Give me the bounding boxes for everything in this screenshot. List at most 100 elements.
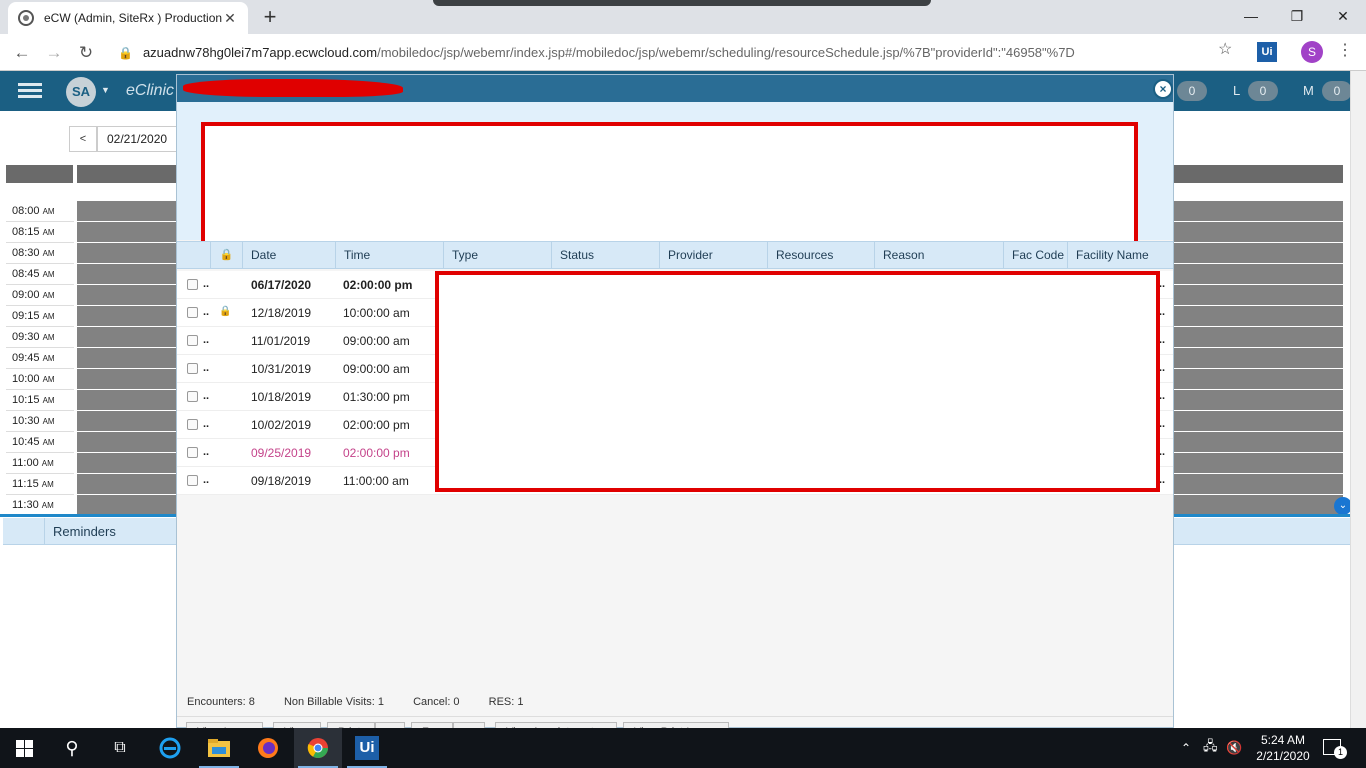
col-fac-code[interactable]: Fac Code (1003, 242, 1067, 269)
network-icon[interactable]: 🖧 (1203, 728, 1218, 768)
file-explorer-icon[interactable] (195, 728, 243, 768)
restore-button[interactable]: ❐ (1274, 4, 1320, 28)
col-provider[interactable]: Provider (659, 242, 767, 269)
chrome-icon[interactable] (294, 728, 342, 768)
browser-tab[interactable]: eCW (Admin, SiteRx ) Production ✕ (8, 2, 248, 34)
system-clock[interactable]: 5:24 AM 2/21/2020 (1249, 732, 1317, 764)
avatar-caret-icon[interactable]: ▼ (101, 85, 110, 95)
visit-date: 09/18/2019 (251, 474, 312, 488)
row-checkbox[interactable] (187, 475, 198, 486)
non-billable-stat: Non Billable Visits: 1 (283, 696, 385, 708)
col-type[interactable]: Type (443, 242, 551, 269)
modal-titlebar (177, 75, 1173, 102)
row-options[interactable]: .. (203, 278, 209, 290)
reminders-label[interactable]: Reminders (53, 524, 116, 539)
row-checkbox[interactable] (187, 419, 198, 430)
row-options[interactable]: .. (203, 446, 209, 458)
address-bar-row: ← → ↻ 🔒 azuadnw78hg0lei7m7app.ecwcloud.c… (0, 34, 1366, 71)
visit-time: 11:00:00 am (343, 474, 409, 488)
minimize-button[interactable]: — (1228, 4, 1274, 28)
back-arrow-icon[interactable]: ← (10, 41, 34, 65)
redacted-visit-details (435, 271, 1160, 492)
time-slot-label: 08:45 AM (6, 264, 74, 285)
row-options[interactable]: .. (203, 362, 209, 374)
close-window-button[interactable]: ✕ (1320, 4, 1366, 28)
bookmark-star-icon[interactable]: ☆ (1218, 39, 1232, 59)
firefox-icon[interactable] (244, 728, 292, 768)
profile-avatar[interactable]: S (1301, 41, 1323, 63)
row-checkbox[interactable] (187, 335, 198, 346)
reload-icon[interactable]: ↻ (74, 41, 98, 65)
windows-taskbar: ⚲ ⧉ Ui ⌃ 🖧 🔇 5:24 AM 2/21/2020 1 (0, 728, 1366, 768)
windows-logo-icon (15, 739, 33, 757)
row-checkbox[interactable] (187, 447, 198, 458)
modal-close-button[interactable]: × (1153, 79, 1173, 99)
omnibox[interactable]: 🔒 azuadnw78hg0lei7m7app.ecwcloud.com/mob… (108, 38, 1248, 67)
start-button[interactable] (0, 728, 48, 768)
header-badge-label-m: M (1303, 83, 1314, 98)
patient-info-area (177, 102, 1173, 254)
visit-date: 06/17/2020 (251, 278, 312, 292)
time-slot-label: 11:15 AM (6, 474, 74, 495)
visit-date: 11/01/2019 (251, 334, 311, 348)
url-text: azuadnw78hg0lei7m7app.ecwcloud.com/mobil… (142, 45, 1075, 60)
forward-arrow-icon[interactable]: → (42, 41, 66, 65)
row-checkbox[interactable] (187, 363, 198, 374)
row-options[interactable]: .. (203, 390, 209, 402)
uipath-taskbar-icon[interactable]: Ui (343, 728, 391, 768)
encounters-stat: Encounters: 8 (187, 696, 255, 708)
row-checkbox[interactable] (187, 279, 198, 290)
prev-date-button[interactable]: < (69, 126, 97, 152)
window-handle (433, 0, 931, 6)
chrome-menu-icon[interactable]: ⋮ (1337, 40, 1353, 60)
row-options[interactable]: .. (203, 306, 209, 318)
modal-footer-divider (177, 716, 1173, 717)
row-checkbox[interactable] (187, 391, 198, 402)
visit-time: 09:00:00 am (343, 334, 410, 348)
visit-date: 09/25/2019 (251, 446, 312, 460)
row-options[interactable]: .. (203, 334, 209, 346)
header-badge-l[interactable]: 0 (1248, 81, 1278, 101)
row-options[interactable]: .. (203, 418, 209, 430)
search-icon[interactable]: ⚲ (48, 728, 96, 768)
tab-close-icon[interactable]: ✕ (222, 10, 238, 27)
col-time[interactable]: Time (335, 242, 443, 269)
col-facility-name[interactable]: Facility Name (1067, 242, 1173, 269)
header-badge-1[interactable]: 0 (1177, 81, 1207, 101)
col-reason[interactable]: Reason (874, 242, 1003, 269)
volume-muted-icon[interactable]: 🔇 (1226, 728, 1242, 768)
time-slot-label: 11:30 AM (6, 495, 74, 516)
internet-explorer-icon[interactable] (146, 728, 194, 768)
col-date[interactable]: Date (242, 242, 335, 269)
visit-time: 02:00:00 pm (343, 446, 410, 460)
schedule-date[interactable]: 02/21/2020 (97, 126, 187, 152)
visit-time: 02:00:00 pm (343, 278, 413, 292)
hamburger-menu-icon[interactable] (18, 83, 42, 99)
header-badge-label-l: L (1233, 83, 1241, 98)
clock-date: 2/21/2020 (1256, 749, 1310, 763)
col-resources[interactable]: Resources (767, 242, 874, 269)
ecw-favicon-icon (18, 10, 34, 26)
visit-time: 02:00:00 pm (343, 418, 410, 432)
time-slot-label: 11:00 AM (6, 453, 74, 474)
clock-time: 5:24 AM (1260, 733, 1306, 747)
task-view-icon[interactable]: ⧉ (96, 728, 144, 768)
new-tab-button[interactable]: + (258, 4, 282, 30)
page-scrollbar[interactable] (1350, 71, 1366, 728)
time-slot-label: 08:30 AM (6, 243, 74, 264)
row-options[interactable]: .. (203, 474, 209, 486)
uipath-extension-icon[interactable]: Ui (1257, 42, 1277, 62)
row-checkbox[interactable] (187, 307, 198, 318)
user-avatar[interactable]: SA (66, 77, 96, 107)
visit-time: 01:30:00 pm (343, 390, 410, 404)
time-slot-label: 09:45 AM (6, 348, 74, 369)
col-status[interactable]: Status (551, 242, 659, 269)
visit-date: 10/02/2019 (251, 418, 312, 432)
tab-title: eCW (Admin, SiteRx ) Production (44, 11, 222, 25)
lock-icon: 🔒 (219, 306, 232, 317)
header-badge-m[interactable]: 0 (1322, 81, 1352, 101)
visit-stats: Encounters: 8 Non Billable Visits: 1 Can… (187, 696, 549, 708)
reminders-divider (44, 518, 45, 545)
time-slot-label: 10:30 AM (6, 411, 74, 432)
tray-chevron-icon[interactable]: ⌃ (1181, 728, 1191, 768)
